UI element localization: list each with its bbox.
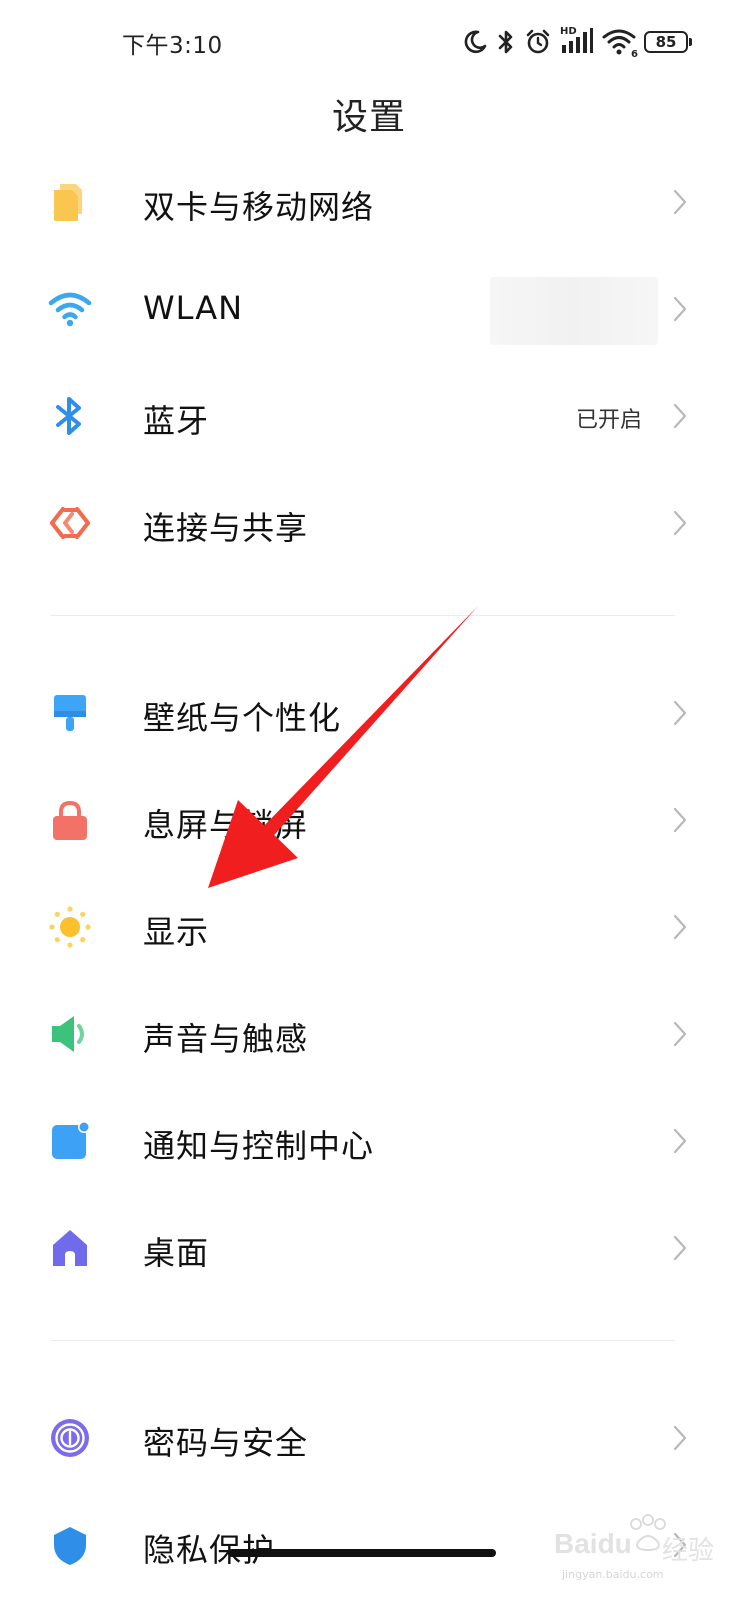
moon-icon bbox=[462, 29, 488, 55]
settings-item-wallpaper[interactable]: 壁纸与个性化 bbox=[0, 663, 738, 763]
item-label: 双卡与移动网络 bbox=[143, 188, 375, 226]
section-divider bbox=[50, 615, 675, 616]
status-icons: HD 6 85 bbox=[462, 24, 692, 60]
chevron-right-icon bbox=[672, 1020, 688, 1048]
baidu-jingyan-watermark: Baidu 经验 jingyan.baidu.com bbox=[552, 1506, 732, 1586]
home-icon bbox=[48, 1226, 92, 1270]
settings-item-wlan[interactable]: WLAN bbox=[0, 259, 738, 359]
chevron-right-icon bbox=[672, 509, 688, 537]
privacy-icon bbox=[48, 1523, 92, 1567]
item-label: 声音与触感 bbox=[143, 1020, 309, 1058]
speaker-icon bbox=[48, 1012, 92, 1056]
chevron-right-icon bbox=[672, 806, 688, 834]
brush-icon bbox=[48, 691, 92, 735]
item-label: 蓝牙 bbox=[143, 402, 210, 440]
settings-item-dual-sim[interactable]: 双卡与移动网络 bbox=[0, 152, 738, 252]
item-label: 密码与安全 bbox=[143, 1424, 309, 1462]
watermark-url: jingyan.baidu.com bbox=[562, 1568, 664, 1581]
home-indicator[interactable] bbox=[228, 1549, 496, 1557]
chevron-right-icon bbox=[672, 1127, 688, 1155]
sim-card-icon bbox=[48, 180, 92, 224]
wifi-6-label: 6 bbox=[631, 49, 638, 60]
wifi-icon bbox=[48, 287, 92, 331]
section-divider bbox=[50, 1340, 675, 1341]
settings-item-lock-screen[interactable]: 息屏与锁屏 bbox=[0, 770, 738, 870]
chevron-right-icon bbox=[672, 1424, 688, 1452]
watermark-brand: Baidu bbox=[554, 1528, 632, 1559]
chevron-right-icon bbox=[672, 913, 688, 941]
chevron-right-icon bbox=[672, 1234, 688, 1262]
item-label: WLAN bbox=[143, 289, 244, 327]
settings-item-connection-sharing[interactable]: 连接与共享 bbox=[0, 473, 738, 573]
settings-item-home-screen[interactable]: 桌面 bbox=[0, 1198, 738, 1298]
blurred-network-name bbox=[490, 277, 658, 345]
notification-icon bbox=[48, 1119, 92, 1163]
chevron-right-icon bbox=[672, 295, 688, 323]
bluetooth-icon bbox=[48, 394, 92, 438]
share-icon bbox=[48, 501, 92, 545]
battery-indicator: 85 bbox=[644, 31, 692, 53]
status-time: 下午3:10 bbox=[122, 33, 223, 59]
item-label: 息屏与锁屏 bbox=[143, 806, 309, 844]
chevron-right-icon bbox=[672, 402, 688, 430]
chevron-right-icon bbox=[672, 188, 688, 216]
item-label: 通知与控制中心 bbox=[143, 1127, 375, 1165]
bluetooth-status: 已开启 bbox=[575, 408, 642, 433]
settings-item-bluetooth[interactable]: 蓝牙 已开启 bbox=[0, 366, 738, 466]
fingerprint-icon bbox=[48, 1416, 92, 1460]
signal-icon: HD bbox=[560, 27, 594, 57]
settings-item-sound[interactable]: 声音与触感 bbox=[0, 984, 738, 1084]
settings-item-password-security[interactable]: 密码与安全 bbox=[0, 1388, 738, 1488]
item-label: 显示 bbox=[143, 913, 210, 951]
watermark-cn: 经验 bbox=[662, 1536, 715, 1566]
item-label: 隐私保护 bbox=[143, 1531, 276, 1569]
page-title: 设置 bbox=[331, 97, 406, 138]
item-label: 连接与共享 bbox=[143, 509, 309, 547]
settings-item-display[interactable]: 显示 bbox=[0, 877, 738, 977]
settings-item-notifications[interactable]: 通知与控制中心 bbox=[0, 1091, 738, 1191]
status-bar: 下午3:10 HD 6 85 bbox=[0, 0, 738, 84]
bluetooth-status-icon bbox=[496, 28, 516, 56]
item-label: 壁纸与个性化 bbox=[143, 699, 342, 737]
chevron-right-icon bbox=[672, 699, 688, 727]
lock-icon bbox=[48, 798, 92, 842]
alarm-icon bbox=[524, 28, 552, 56]
item-label: 桌面 bbox=[143, 1234, 210, 1272]
wifi-status-icon: 6 bbox=[602, 28, 638, 60]
sun-icon bbox=[48, 905, 92, 949]
